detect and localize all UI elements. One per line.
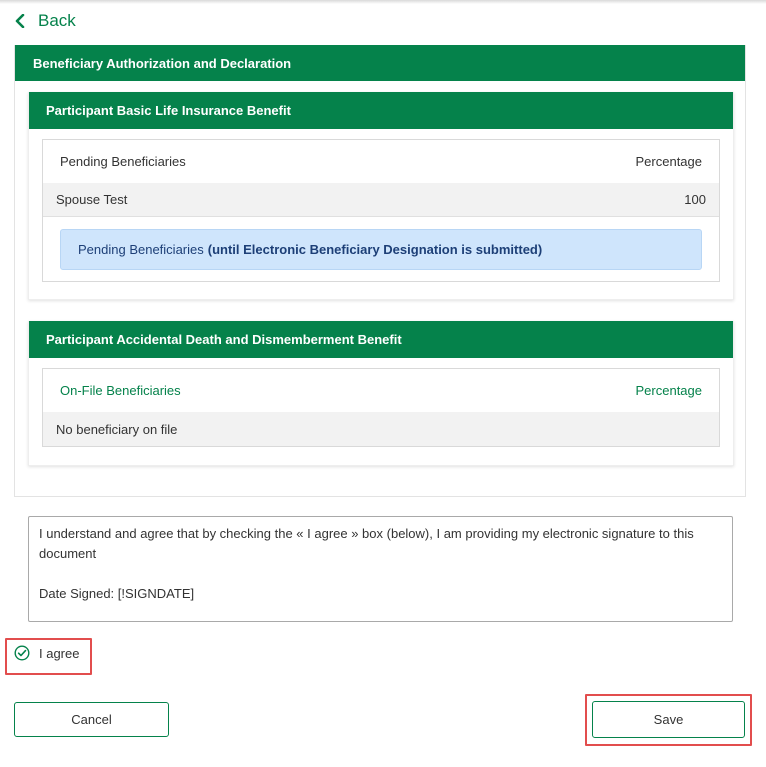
- table-header: On-File Beneficiaries Percentage: [43, 369, 719, 412]
- date-signed: Date Signed: [!SIGNDATE]: [39, 586, 195, 601]
- no-beneficiary-text: No beneficiary on file: [56, 421, 178, 437]
- save-button[interactable]: Save: [592, 701, 745, 738]
- agreement-statement: I understand and agree that by checking …: [39, 526, 694, 561]
- beneficiary-card: Beneficiary Authorization and Declaratio…: [14, 45, 746, 497]
- pending-note: Pending Beneficiaries (until Electronic …: [60, 229, 702, 270]
- agree-label: I agree: [39, 645, 80, 661]
- pending-beneficiaries-table: Pending Beneficiaries Percentage Spouse …: [42, 139, 720, 282]
- section-title: Participant Accidental Death and Dismemb…: [29, 321, 733, 358]
- chevron-left-icon: [15, 14, 25, 28]
- table-row: No beneficiary on file: [43, 412, 719, 446]
- basic-life-section: Participant Basic Life Insurance Benefit…: [28, 92, 734, 300]
- column-header-percentage: Percentage: [635, 383, 703, 398]
- top-shadow: [0, 0, 766, 4]
- beneficiary-name: Spouse Test: [56, 192, 128, 207]
- agree-checkbox[interactable]: I agree: [14, 645, 79, 661]
- back-label: Back: [38, 11, 76, 30]
- note-container: Pending Beneficiaries (until Electronic …: [43, 217, 719, 281]
- beneficiary-percentage: 100: [684, 192, 706, 207]
- back-link[interactable]: Back: [14, 9, 76, 33]
- add-section: Participant Accidental Death and Dismemb…: [28, 321, 734, 466]
- section-title: Participant Basic Life Insurance Benefit: [29, 92, 733, 129]
- cancel-button[interactable]: Cancel: [14, 702, 169, 737]
- column-header-percentage: Percentage: [635, 154, 703, 169]
- card-title: Beneficiary Authorization and Declaratio…: [15, 45, 745, 81]
- note-prefix: Pending Beneficiaries: [78, 242, 204, 257]
- check-circle-icon: [14, 645, 30, 661]
- onfile-beneficiaries-table: On-File Beneficiaries Percentage No bene…: [42, 368, 720, 447]
- table-row: Spouse Test 100: [43, 183, 719, 217]
- table-header: Pending Beneficiaries Percentage: [43, 140, 719, 183]
- note-bold: (until Electronic Beneficiary Designatio…: [207, 242, 543, 257]
- column-header-name: Pending Beneficiaries: [60, 154, 186, 169]
- column-header-name: On-File Beneficiaries: [60, 383, 181, 398]
- agreement-textarea[interactable]: I understand and agree that by checking …: [28, 516, 733, 622]
